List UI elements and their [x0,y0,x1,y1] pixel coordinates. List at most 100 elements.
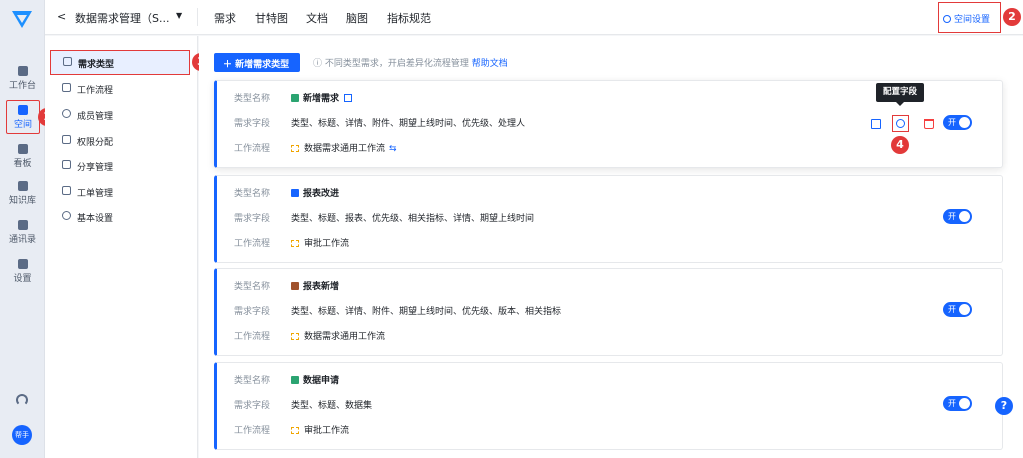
help-doc-link[interactable]: 帮助文档 [472,59,508,69]
sidebar-item-label: 分享管理 [77,163,114,173]
rail-knowledge[interactable]: 知识库 [0,181,45,206]
sidebar-item-workflow[interactable]: 工作流程 [50,77,190,99]
user-icon [62,109,71,118]
tab-requirements[interactable]: 需求 [214,10,236,26]
type-name: 数据申请 [303,376,340,386]
space-settings-button[interactable]: 空间设置 [938,2,1001,33]
sidebar-item-requirement-types-highlight[interactable]: 需求类型 [50,50,190,75]
configure-fields-button[interactable] [892,115,909,132]
gear-icon [62,211,71,220]
speedometer-icon[interactable] [16,394,28,406]
sidebar-item-sharing[interactable]: 分享管理 [50,154,190,176]
enable-toggle[interactable]: 开 [943,302,972,317]
workflow-icon [291,145,299,152]
card-row-name: 类型名称 报表改进 [234,186,339,199]
row-label: 需求字段 [234,214,271,224]
card-row-flow: 工作流程 审批工作流 [234,423,349,436]
row-label: 工作流程 [234,332,271,342]
toggle-label: 开 [948,212,956,221]
nav-rail: 工作台 空间 看板 知识库 通讯录 设置 帮手 [0,0,45,458]
grid-icon [17,66,28,76]
fields-value: 类型、标题、报表、优先级、相关指标、详情、期望上线时间 [291,214,535,224]
card-row-name: 类型名称 新增需求 [234,91,353,104]
row-label: 需求字段 [234,401,271,411]
enable-toggle[interactable]: 开 [943,396,972,411]
type-doc-icon [291,189,299,197]
toggle-knob [959,304,970,315]
space-settings-label: 空间设置 [954,15,991,25]
tab-docs[interactable]: 文档 [306,10,328,26]
help-button[interactable]: ? [995,397,1013,415]
rail-contacts[interactable]: 通讯录 [0,220,45,245]
rail-label: 看板 [13,159,32,169]
card-row-name: 类型名称 报表新增 [234,279,339,292]
row-label: 工作流程 [234,144,271,154]
rail-label: 空间 [13,120,32,130]
add-button-label: 新增需求类型 [235,60,290,70]
gear-icon [17,259,28,269]
caret-down-icon[interactable]: ▼ [176,11,182,20]
rail-dashboard[interactable]: 看板 [0,144,45,169]
rail-space[interactable]: 空间 [6,100,40,134]
toggle-label: 开 [948,399,956,408]
app-logo-icon[interactable] [10,8,34,30]
type-name: 报表改进 [303,189,340,199]
row-label: 类型名称 [234,376,271,386]
edit-icon[interactable] [344,94,353,102]
card-row-fields: 需求字段 类型、标题、详情、附件、期望上线时间、优先级、版本、相关指标 [234,304,561,317]
sidebar-item-label: 工作流程 [77,86,114,96]
row-label: 需求字段 [234,307,271,317]
flow-value[interactable]: 数据需求通用工作流 [304,332,385,342]
sidebar-item-label: 成员管理 [77,112,114,122]
workflow-icon [291,240,299,247]
row-label: 类型名称 [234,189,271,199]
sidebar-item-members[interactable]: 成员管理 [50,103,190,125]
flow-value[interactable]: 审批工作流 [304,239,349,249]
avatar[interactable]: 帮手 [12,425,32,445]
card-row-name: 类型名称 数据申请 [234,373,339,386]
enable-toggle[interactable]: 开 [943,209,972,224]
rail-label: 工作台 [8,81,36,91]
hint-label: 不同类型需求，开启差异化流程管理 [324,59,469,69]
fields-value: 类型、标题、详情、附件、期望上线时间、优先级、处理人 [291,119,526,129]
project-switcher[interactable]: 数据需求管理（S... [75,10,169,26]
rail-label: 通讯录 [8,235,36,245]
tab-mindmap[interactable]: 脑图 [346,10,368,26]
delete-icon[interactable] [924,119,934,129]
flow-value[interactable]: 审批工作流 [304,426,349,436]
row-label: 需求字段 [234,119,271,129]
sidebar-item-basic-settings[interactable]: 基本设置 [50,205,190,227]
add-requirement-type-button[interactable]: ＋ 新增需求类型 [214,53,300,72]
sidebar-item-label: 基本设置 [77,214,114,224]
type-plus-icon [291,376,299,384]
divider [197,8,198,26]
share-icon [62,160,71,169]
copy-icon[interactable] [871,119,881,129]
enable-toggle[interactable]: 开 [943,115,972,130]
sidebar-item-label: 工单管理 [77,189,114,199]
tab-metrics[interactable]: 指标规范 [387,10,431,26]
swap-icon[interactable]: ⇆ [389,144,397,154]
requirement-type-card: 类型名称 数据申请 需求字段 类型、标题、数据集 工作流程 审批工作流 开 [214,362,1003,450]
workflow-icon [62,83,71,92]
back-icon[interactable]: < [57,10,66,23]
tab-gantt[interactable]: 甘特图 [255,10,288,26]
sidebar-item-permissions[interactable]: 权限分配 [50,129,190,151]
row-label: 工作流程 [234,239,271,249]
settings-sidebar: 需求类型 工作流程 成员管理 权限分配 分享管理 工单管理 基本设置 [45,36,198,458]
step-badge-2: 2 [1003,8,1021,26]
rail-label: 知识库 [8,196,36,206]
type-calendar-icon [291,282,299,290]
requirement-type-card: 类型名称 报表新增 需求字段 类型、标题、详情、附件、期望上线时间、优先级、版本、相… [214,268,1003,356]
gear-icon [943,15,951,23]
card-row-fields: 需求字段 类型、标题、详情、附件、期望上线时间、优先级、处理人 [234,116,525,129]
hint-text: ⓘ 不同类型需求，开启差异化流程管理 帮助文档 [313,59,508,69]
sidebar-item-label: 权限分配 [77,138,114,148]
row-label: 类型名称 [234,94,271,104]
rail-workbench[interactable]: 工作台 [0,66,45,91]
flow-value[interactable]: 数据需求通用工作流 [304,144,385,154]
rail-settings[interactable]: 设置 [0,259,45,284]
ticket-icon [62,186,71,195]
row-label: 类型名称 [234,282,271,292]
sidebar-item-tickets[interactable]: 工单管理 [50,180,190,202]
